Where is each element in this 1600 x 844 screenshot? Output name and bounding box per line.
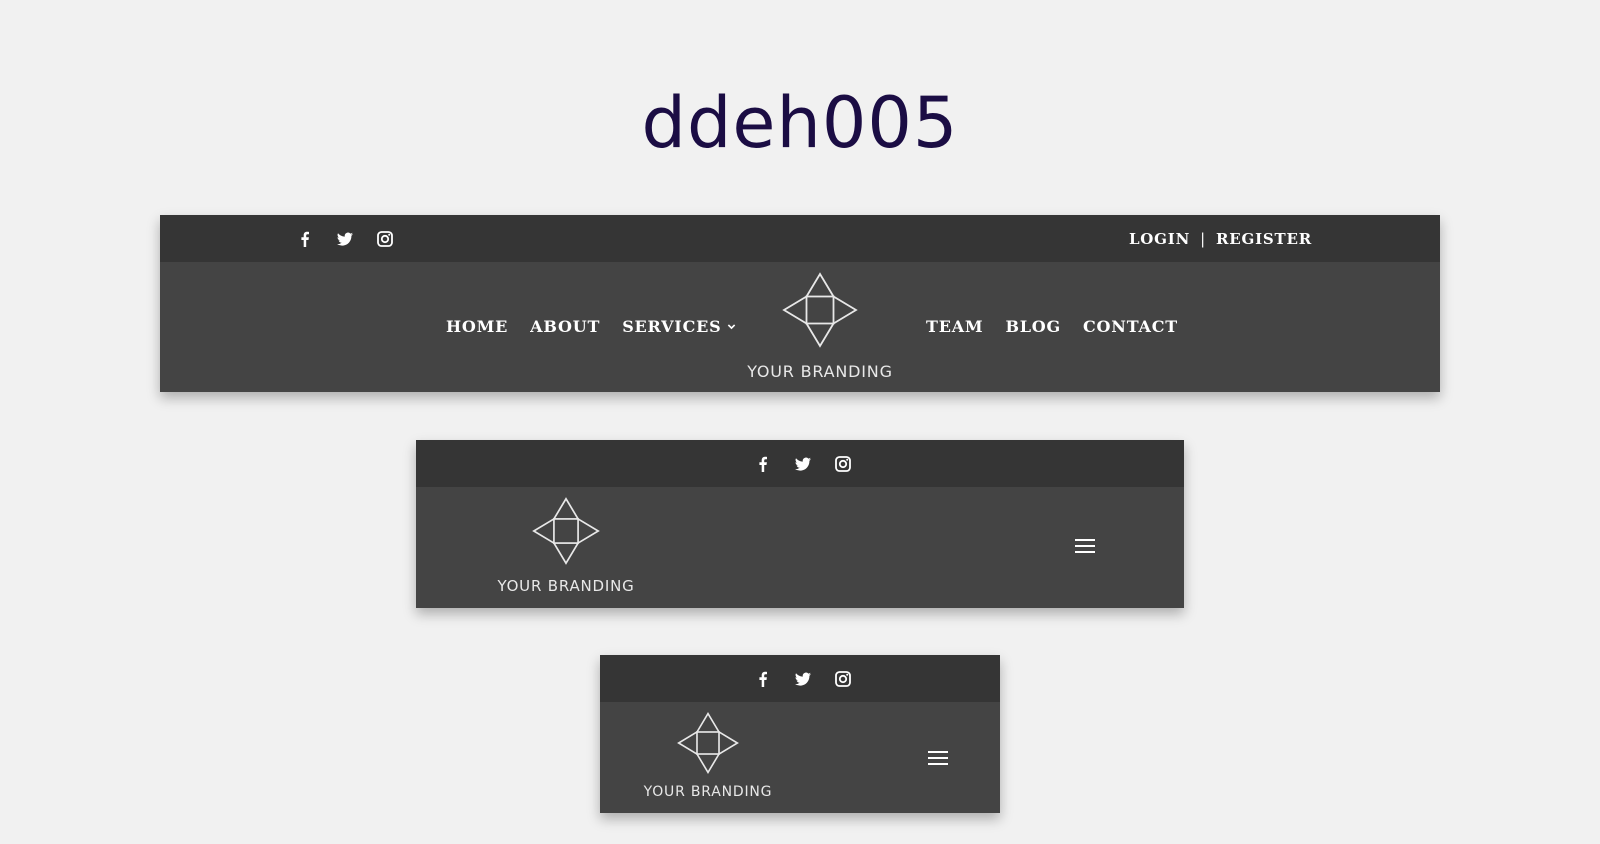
page-title: ddeh005 (641, 82, 959, 164)
brand-name: YOUR BRANDING (497, 577, 635, 595)
facebook-icon[interactable] (754, 455, 772, 473)
register-link[interactable]: REGISTER (1216, 230, 1312, 248)
desktop-header: LOGIN | REGISTER HOME ABOUT SERVICES YOU… (160, 215, 1440, 392)
nav-team[interactable]: TEAM (926, 317, 983, 336)
brand-diamond-icon (782, 272, 858, 348)
mobile-header: YOUR BRANDING (600, 655, 1000, 813)
instagram-icon[interactable] (834, 455, 852, 473)
hamburger-menu-icon[interactable] (928, 751, 948, 765)
nav-services[interactable]: SERVICES (622, 317, 736, 336)
twitter-icon[interactable] (794, 670, 812, 688)
nav-blog[interactable]: BLOG (1005, 317, 1061, 336)
auth-separator: | (1200, 229, 1206, 248)
social-links (754, 655, 852, 702)
chevron-down-icon (728, 324, 736, 330)
social-links (296, 215, 394, 262)
brand-logo[interactable]: YOUR BRANDING (628, 712, 788, 800)
tablet-main-bar: YOUR BRANDING (416, 487, 1184, 608)
mobile-top-bar (600, 655, 1000, 702)
brand-diamond-icon (532, 497, 600, 565)
tablet-header: YOUR BRANDING (416, 440, 1184, 608)
mobile-main-bar: YOUR BRANDING (600, 702, 1000, 813)
desktop-top-bar: LOGIN | REGISTER (160, 215, 1440, 262)
twitter-icon[interactable] (794, 455, 812, 473)
nav-about[interactable]: ABOUT (530, 317, 600, 336)
login-link[interactable]: LOGIN (1129, 230, 1190, 248)
instagram-icon[interactable] (376, 230, 394, 248)
nav-home[interactable]: HOME (446, 317, 508, 336)
hamburger-menu-icon[interactable] (1075, 539, 1095, 553)
facebook-icon[interactable] (754, 670, 772, 688)
instagram-icon[interactable] (834, 670, 852, 688)
desktop-main-bar: HOME ABOUT SERVICES YOUR BRANDING TEAM B… (160, 262, 1440, 392)
brand-logo[interactable]: YOUR BRANDING (740, 272, 900, 381)
social-links (754, 440, 852, 487)
tablet-top-bar (416, 440, 1184, 487)
brand-logo[interactable]: YOUR BRANDING (486, 497, 646, 595)
twitter-icon[interactable] (336, 230, 354, 248)
facebook-icon[interactable] (296, 230, 314, 248)
nav-right: TEAM BLOG CONTACT (926, 317, 1178, 336)
brand-diamond-icon (677, 712, 739, 774)
nav-contact[interactable]: CONTACT (1083, 317, 1178, 336)
nav-services-label: SERVICES (622, 317, 722, 336)
brand-name: YOUR BRANDING (643, 784, 773, 800)
brand-name: YOUR BRANDING (747, 362, 893, 381)
nav-left: HOME ABOUT SERVICES (446, 317, 736, 336)
auth-links: LOGIN | REGISTER (1129, 215, 1312, 262)
